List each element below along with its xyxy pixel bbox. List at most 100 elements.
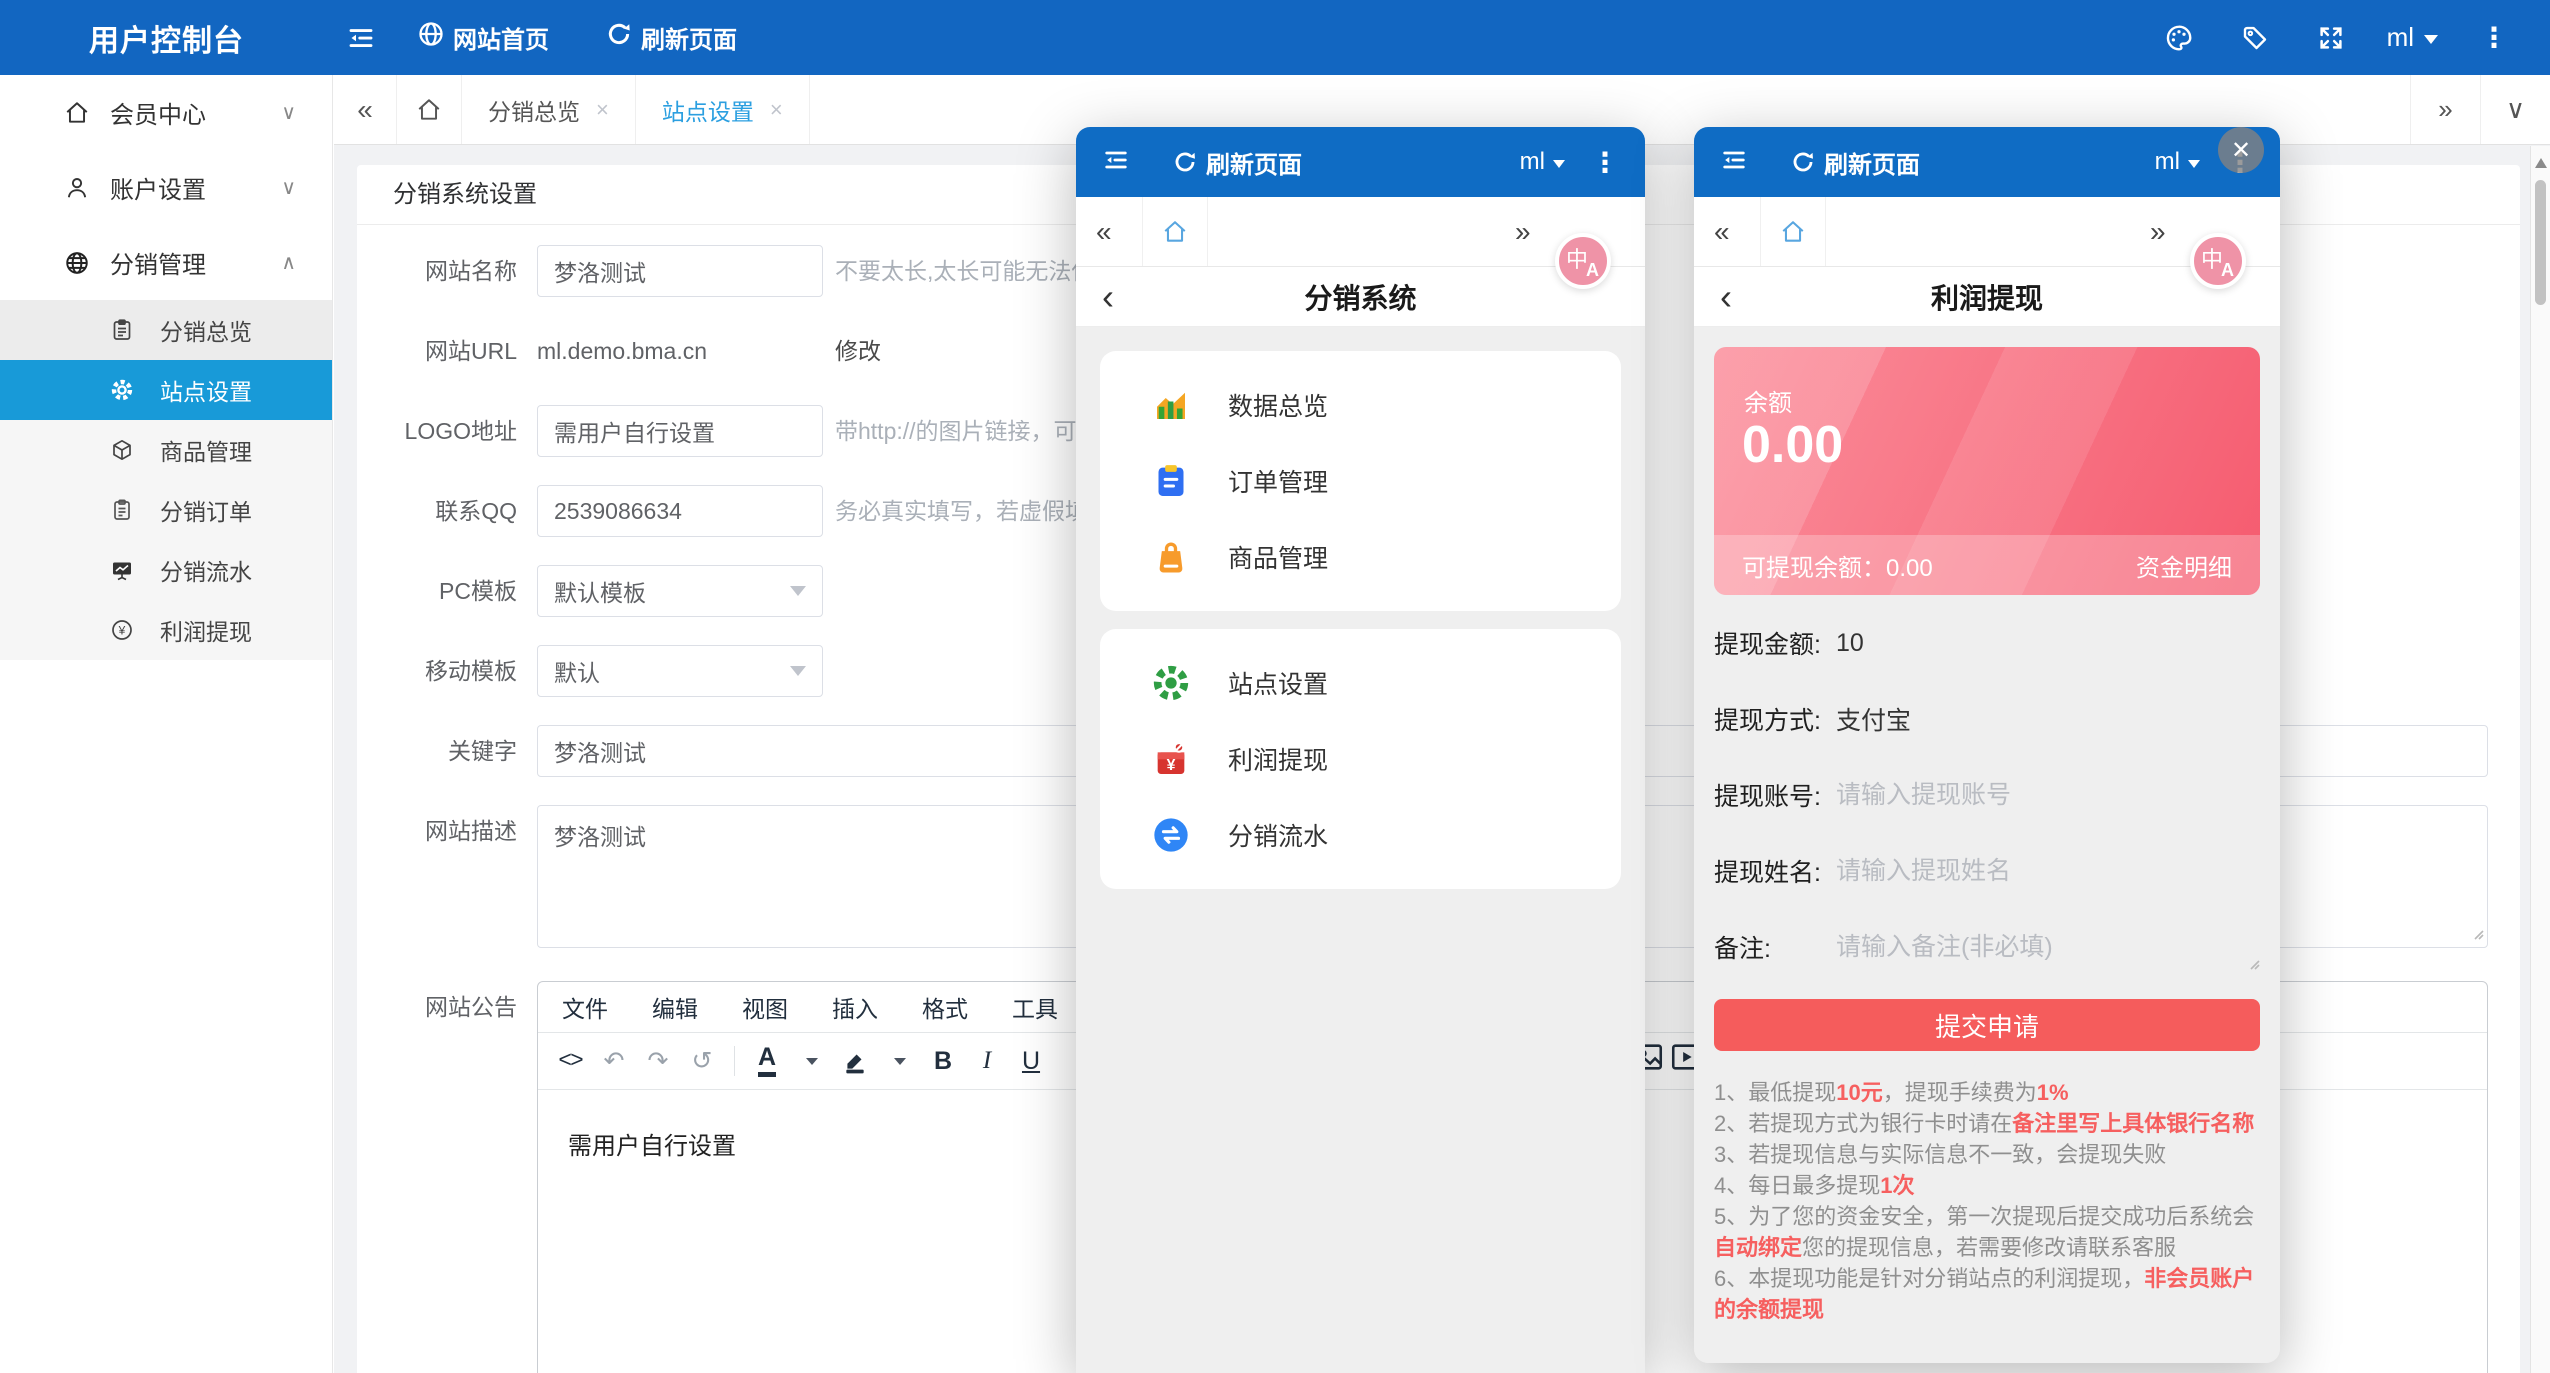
editor-menu-edit[interactable]: 编辑 — [652, 990, 698, 1024]
text-color-button[interactable]: A — [745, 1039, 789, 1083]
tabs-scroll-right-button[interactable]: » — [2150, 216, 2196, 248]
field-label: LOGO地址 — [357, 405, 537, 457]
tab-home[interactable] — [1142, 197, 1208, 266]
tab-home[interactable] — [396, 75, 462, 144]
mobile-template-select[interactable]: 默认 — [537, 645, 823, 697]
bold-icon[interactable]: B — [921, 1039, 965, 1083]
sidebar-item-site-settings[interactable]: 站点设置 — [0, 360, 332, 420]
editor-menu-format[interactable]: 格式 — [922, 990, 968, 1024]
close-modal-button[interactable]: ✕ — [2218, 127, 2264, 173]
menu-item-order-management[interactable]: 订单管理 — [1100, 443, 1621, 519]
menu-item-data-overview[interactable]: 数据总览 — [1100, 367, 1621, 443]
more-menu-icon[interactable]: ⋮ — [1591, 146, 1619, 179]
restore-draft-icon[interactable]: ↺ — [680, 1039, 724, 1083]
screen: 用户控制台 网站首页 刷新页面 ml ⋮ — [0, 0, 2550, 1373]
tabs-scroll-right-button[interactable]: » — [2410, 75, 2480, 144]
translate-avatar[interactable]: 中 A — [1555, 233, 1611, 289]
tag-icon[interactable] — [2217, 0, 2293, 75]
close-icon[interactable]: × — [596, 97, 609, 123]
tabs-scroll-left-button[interactable]: « — [1714, 216, 1760, 248]
gift-icon: ¥ — [1148, 736, 1194, 782]
site-home-button[interactable]: 网站首页 — [389, 0, 577, 75]
text-color-caret[interactable] — [789, 1039, 833, 1083]
sidebar-item-product-management[interactable]: 商品管理 — [0, 420, 332, 480]
highlight-color-caret[interactable] — [877, 1039, 921, 1083]
user-menu[interactable]: ml — [2369, 22, 2456, 53]
back-icon[interactable]: ‹ — [1720, 279, 1732, 315]
contact-qq-input[interactable] — [537, 485, 823, 537]
sidebar-fold-icon[interactable] — [1102, 146, 1130, 179]
field-label: 联系QQ — [357, 485, 537, 537]
redo-icon[interactable]: ↷ — [636, 1039, 680, 1083]
menu-item-profit-withdraw[interactable]: ¥ 利润提现 — [1100, 721, 1621, 797]
highlight-color-button[interactable] — [833, 1039, 877, 1083]
sidebar-submenu: 分销总览 站点设置 商品管理 分销订单 分销流水 ¥ 利润提现 — [0, 300, 332, 660]
sidebar-item-label: 分销管理 — [110, 245, 206, 280]
logo-url-input[interactable] — [537, 405, 823, 457]
theme-palette-icon[interactable] — [2141, 0, 2217, 75]
tabs-scroll-left-button[interactable]: « — [334, 75, 396, 144]
site-name-input[interactable] — [537, 245, 823, 297]
sidebar-item-distribution[interactable]: 分销管理 ∧ — [0, 225, 332, 300]
sidebar-item-distribution-overview[interactable]: 分销总览 — [0, 300, 332, 360]
close-icon[interactable]: × — [770, 97, 783, 123]
submit-withdraw-button[interactable]: 提交申请 — [1714, 999, 2260, 1051]
field-label: 提现姓名: — [1714, 853, 1836, 889]
translate-avatar[interactable]: 中 A — [2190, 233, 2246, 289]
tab-site-settings[interactable]: 站点设置 × — [636, 75, 810, 144]
resize-grip-icon[interactable] — [2246, 956, 2260, 975]
tab-home[interactable] — [1760, 197, 1826, 266]
user-menu[interactable]: ml — [2155, 148, 2200, 176]
withdraw-amount-value[interactable]: 10 — [1836, 629, 1864, 658]
sidebar-fold-icon[interactable] — [1720, 146, 1748, 179]
withdraw-method-value[interactable]: 支付宝 — [1836, 701, 1911, 737]
editor-menu-view[interactable]: 视图 — [742, 990, 788, 1024]
underline-icon[interactable]: U — [1009, 1039, 1053, 1083]
funds-detail-link[interactable]: 资金明细 — [2136, 548, 2232, 583]
modify-url-link[interactable]: 修改 — [835, 325, 881, 377]
scrollbar-thumb[interactable] — [2535, 180, 2546, 305]
refresh-page-button[interactable]: 刷新页面 — [577, 0, 765, 75]
clipboard-icon — [110, 318, 134, 342]
editor-menu-tools[interactable]: 工具 — [1012, 990, 1058, 1024]
scroll-up-arrow-icon[interactable] — [2535, 158, 2547, 168]
menu-item-distribution-flow[interactable]: 分销流水 — [1100, 797, 1621, 873]
sidebar-fold-icon[interactable] — [333, 0, 389, 75]
tabs-scroll-right-button[interactable]: » — [1515, 216, 1561, 248]
tabs-menu-button[interactable]: ∨ — [2480, 75, 2550, 144]
italic-icon[interactable]: I — [965, 1039, 1009, 1083]
sidebar-item-profit-withdraw[interactable]: ¥ 利润提现 — [0, 600, 332, 660]
tab-label: 分销总览 — [488, 93, 580, 127]
select-value: 默认模板 — [554, 574, 646, 608]
source-code-icon[interactable]: <> — [548, 1039, 592, 1083]
more-menu-icon[interactable]: ⋮ — [2456, 0, 2532, 75]
undo-icon[interactable]: ↶ — [592, 1039, 636, 1083]
sidebar: 会员中心 ∨ 账户设置 ∨ 分销管理 ∧ 分销总览 站点设置 商品管理 — [0, 75, 333, 1373]
tab-distribution-overview[interactable]: 分销总览 × — [462, 75, 636, 144]
tabs-scroll-left-button[interactable]: « — [1096, 216, 1142, 248]
fullscreen-icon[interactable] — [2293, 0, 2369, 75]
sidebar-item-distribution-orders[interactable]: 分销订单 — [0, 480, 332, 540]
editor-menu-file[interactable]: 文件 — [562, 990, 608, 1024]
editor-menu-insert[interactable]: 插入 — [832, 990, 878, 1024]
menu-card: 站点设置 ¥ 利润提现 分销流水 — [1100, 629, 1621, 889]
withdraw-remark-input[interactable] — [1836, 933, 2196, 962]
withdraw-account-input[interactable] — [1836, 781, 2196, 810]
sidebar-item-account-settings[interactable]: 账户设置 ∨ — [0, 150, 332, 225]
toolbar-divider — [734, 1046, 735, 1076]
refresh-page-button[interactable]: 刷新页面 — [1172, 145, 1302, 180]
back-icon[interactable]: ‹ — [1102, 279, 1114, 315]
field-label: 提现金额: — [1714, 625, 1836, 661]
sidebar-item-distribution-flow[interactable]: 分销流水 — [0, 540, 332, 600]
menu-item-product-management[interactable]: 商品管理 — [1100, 519, 1621, 595]
resize-grip-icon[interactable] — [2470, 926, 2484, 945]
refresh-page-button[interactable]: 刷新页面 — [1790, 145, 1920, 180]
page-scrollbar[interactable] — [2530, 146, 2550, 1373]
pc-template-select[interactable]: 默认模板 — [537, 565, 823, 617]
withdraw-name-input[interactable] — [1836, 857, 2196, 886]
user-menu[interactable]: ml — [1520, 148, 1565, 176]
sidebar-item-member-center[interactable]: 会员中心 ∨ — [0, 75, 332, 150]
chart-board-icon — [110, 558, 134, 582]
chevron-up-icon: ∧ — [281, 250, 296, 275]
menu-item-site-settings[interactable]: 站点设置 — [1100, 645, 1621, 721]
